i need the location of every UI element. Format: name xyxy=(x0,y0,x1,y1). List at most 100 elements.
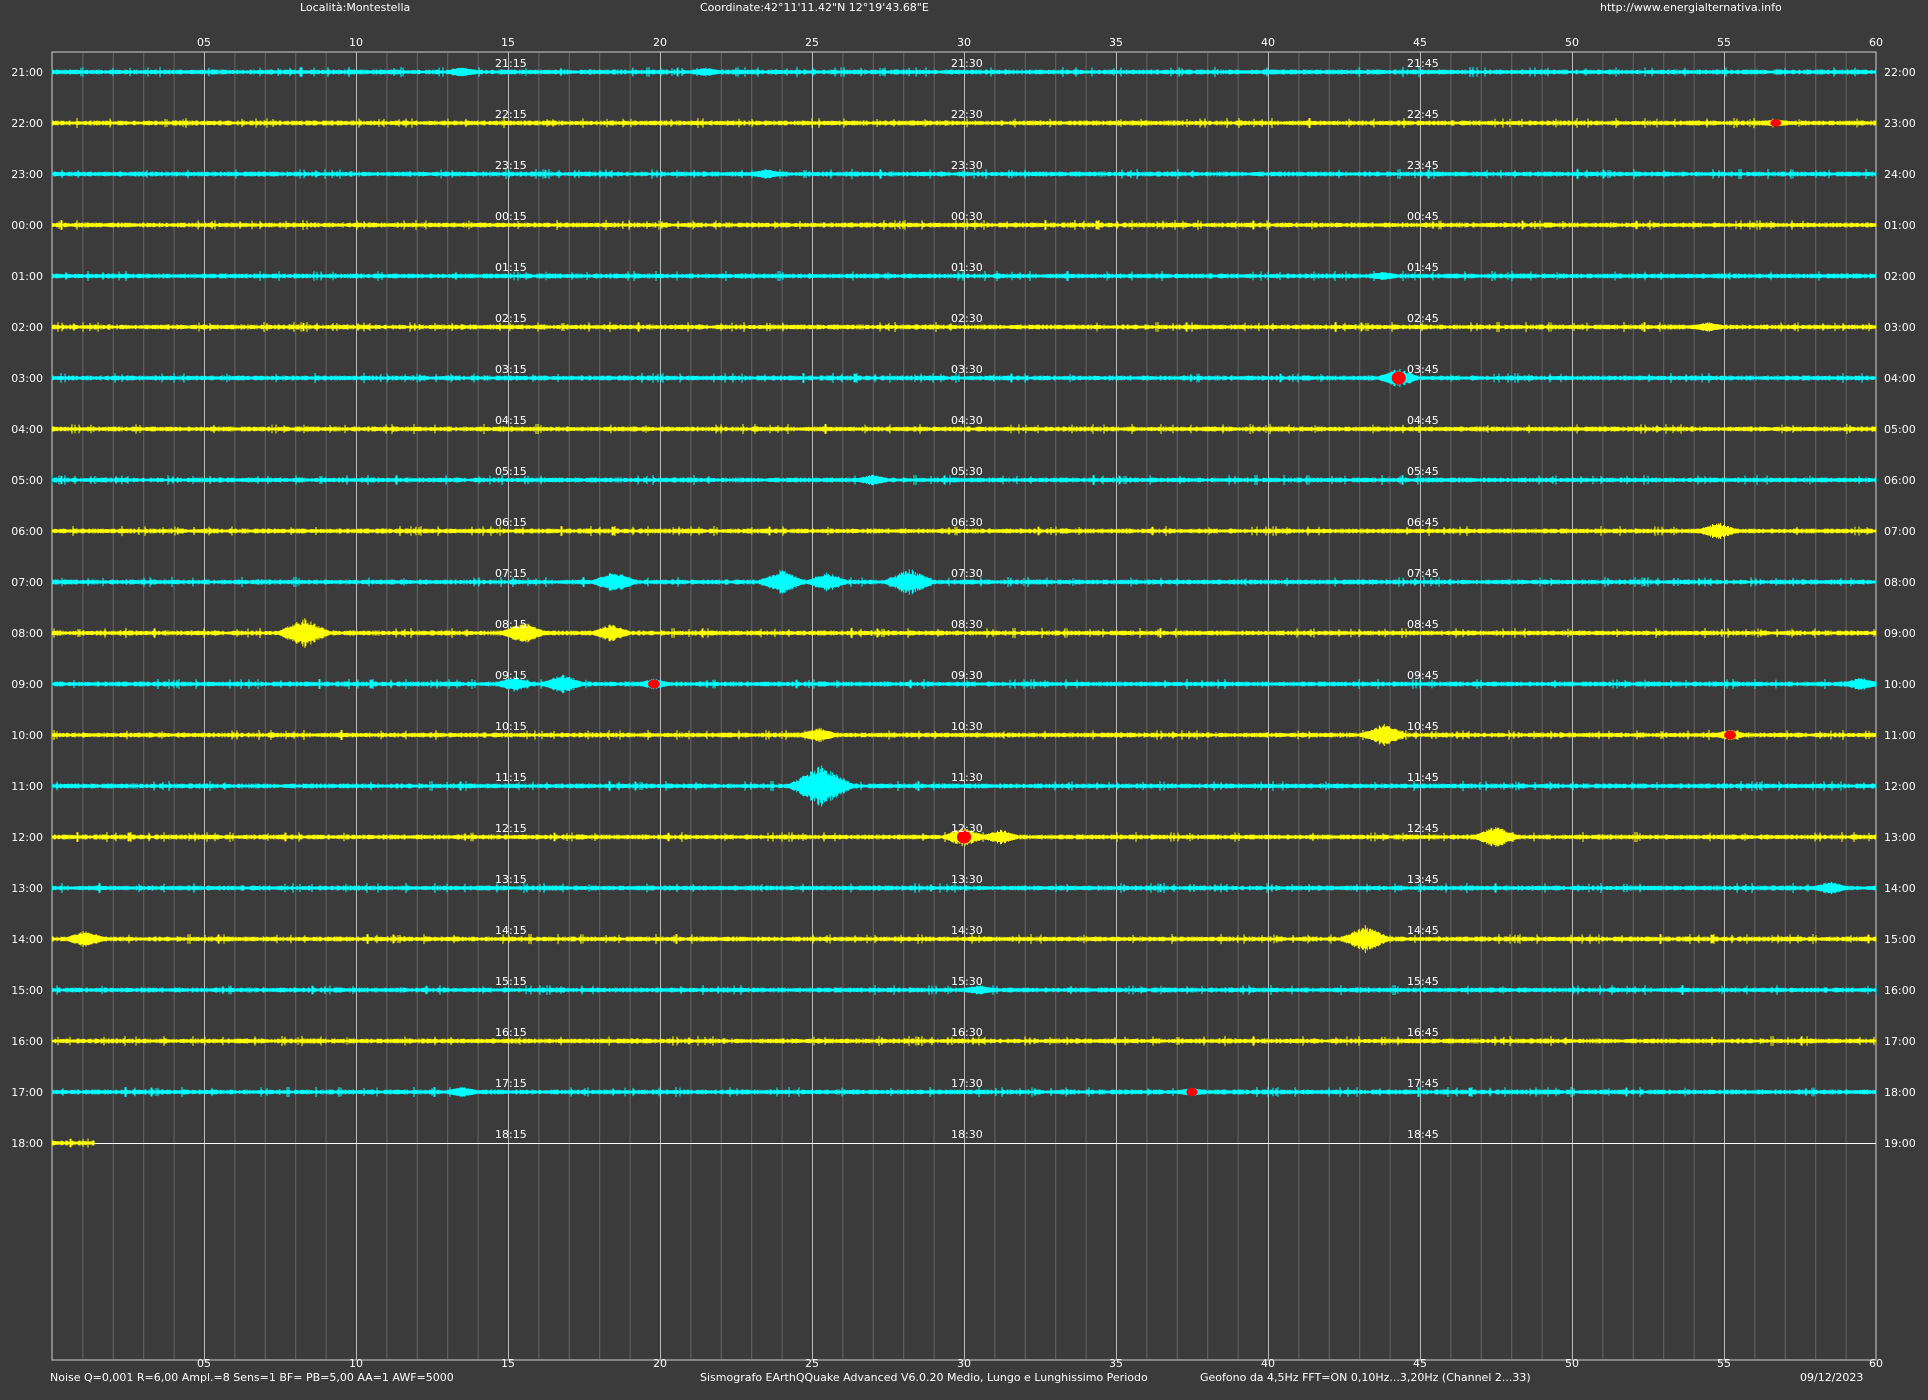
row-end-time-label: 24:00 xyxy=(1884,168,1916,181)
row-end-time-label: 10:00 xyxy=(1884,678,1916,691)
half-hour-label: 14:30 xyxy=(951,924,983,937)
half-hour-label: 09:30 xyxy=(951,669,983,682)
three-quarter-hour-label: 02:45 xyxy=(1407,312,1439,325)
three-quarter-hour-label: 04:45 xyxy=(1407,414,1439,427)
three-quarter-hour-label: 03:45 xyxy=(1407,363,1439,376)
half-hour-label: 16:30 xyxy=(951,1026,983,1039)
half-hour-label: 07:30 xyxy=(951,567,983,580)
row-start-time-label: 11:00 xyxy=(11,780,43,793)
coordinates-label: Coordinate:42°11'11.42"N 12°19'43.68"E xyxy=(700,1,929,14)
three-quarter-hour-label: 23:45 xyxy=(1407,159,1439,172)
half-hour-label: 12:30 xyxy=(951,822,983,835)
x-tick-label-top: 60 xyxy=(1869,36,1883,49)
event-marker xyxy=(1724,730,1736,740)
row-start-time-label: 18:00 xyxy=(11,1137,43,1150)
row-end-time-label: 03:00 xyxy=(1884,321,1916,334)
quarter-hour-label: 05:15 xyxy=(495,465,527,478)
grid xyxy=(51,51,1877,1361)
quarter-hour-label: 10:15 xyxy=(495,720,527,733)
row-start-time-label: 09:00 xyxy=(11,678,43,691)
location-label: Località:Montestella xyxy=(300,1,410,14)
half-hour-label: 08:30 xyxy=(951,618,983,631)
x-tick-label-top: 25 xyxy=(805,36,819,49)
quarter-hour-label: 17:15 xyxy=(495,1077,527,1090)
date-label: 09/12/2023 xyxy=(1800,1371,1863,1384)
event-marker xyxy=(1391,371,1406,385)
row-end-time-label: 16:00 xyxy=(1884,984,1916,997)
x-tick-label-bottom: 25 xyxy=(805,1357,819,1370)
x-tick-label-bottom: 10 xyxy=(349,1357,363,1370)
three-quarter-hour-label: 13:45 xyxy=(1407,873,1439,886)
quarter-hour-label: 14:15 xyxy=(495,924,527,937)
three-quarter-hour-label: 09:45 xyxy=(1407,669,1439,682)
three-quarter-hour-label: 08:45 xyxy=(1407,618,1439,631)
event-marker xyxy=(648,679,660,689)
x-tick-label-top: 40 xyxy=(1261,36,1275,49)
half-hour-label: 06:30 xyxy=(951,516,983,529)
half-hour-label: 10:30 xyxy=(951,720,983,733)
three-quarter-hour-label: 22:45 xyxy=(1407,108,1439,121)
row-start-time-label: 15:00 xyxy=(11,984,43,997)
three-quarter-hour-label: 11:45 xyxy=(1407,771,1439,784)
quarter-hour-label: 15:15 xyxy=(495,975,527,988)
quarter-hour-label: 07:15 xyxy=(495,567,527,580)
row-start-time-label: 10:00 xyxy=(11,729,43,742)
three-quarter-hour-label: 15:45 xyxy=(1407,975,1439,988)
half-hour-label: 15:30 xyxy=(951,975,983,988)
three-quarter-hour-label: 14:45 xyxy=(1407,924,1439,937)
row-end-time-label: 07:00 xyxy=(1884,525,1916,538)
quarter-hour-label: 18:15 xyxy=(495,1128,527,1141)
row-start-time-label: 22:00 xyxy=(11,117,43,130)
half-hour-label: 21:30 xyxy=(951,57,983,70)
row-end-time-label: 14:00 xyxy=(1884,882,1916,895)
x-tick-label-top: 35 xyxy=(1109,36,1123,49)
three-quarter-hour-label: 01:45 xyxy=(1407,261,1439,274)
three-quarter-hour-label: 10:45 xyxy=(1407,720,1439,733)
row-end-time-label: 01:00 xyxy=(1884,219,1916,232)
quarter-hour-label: 16:15 xyxy=(495,1026,527,1039)
quarter-hour-label: 03:15 xyxy=(495,363,527,376)
x-tick-label-bottom: 45 xyxy=(1413,1357,1427,1370)
x-tick-label-bottom: 20 xyxy=(653,1357,667,1370)
half-hour-label: 05:30 xyxy=(951,465,983,478)
row-end-time-label: 18:00 xyxy=(1884,1086,1916,1099)
three-quarter-hour-label: 18:45 xyxy=(1407,1128,1439,1141)
row-start-time-label: 21:00 xyxy=(11,66,43,79)
quarter-hour-label: 23:15 xyxy=(495,159,527,172)
half-hour-label: 02:30 xyxy=(951,312,983,325)
x-tick-label-bottom: 40 xyxy=(1261,1357,1275,1370)
quarter-hour-label: 02:15 xyxy=(495,312,527,325)
row-start-time-label: 00:00 xyxy=(11,219,43,232)
row-end-time-label: 11:00 xyxy=(1884,729,1916,742)
sensor-label: Geofono da 4,5Hz FFT=ON 0,10Hz...3,20Hz … xyxy=(1200,1371,1531,1384)
row-start-time-label: 23:00 xyxy=(11,168,43,181)
quarter-hour-label: 12:15 xyxy=(495,822,527,835)
x-tick-label-bottom: 60 xyxy=(1869,1357,1883,1370)
three-quarter-hour-label: 16:45 xyxy=(1407,1026,1439,1039)
half-hour-label: 04:30 xyxy=(951,414,983,427)
row-start-time-label: 14:00 xyxy=(11,933,43,946)
seismograph-chart: 05 05 10 10 15 15 20 20 25 25 30 30 35 35 40 40 45 45 50 50… xyxy=(0,0,1928,1400)
row-start-time-label: 16:00 xyxy=(11,1035,43,1048)
row-end-time-label: 06:00 xyxy=(1884,474,1916,487)
row-end-time-label: 22:00 xyxy=(1884,66,1916,79)
row-end-time-label: 19:00 xyxy=(1884,1137,1916,1150)
x-tick-label-bottom: 50 xyxy=(1565,1357,1579,1370)
quarter-hour-label: 21:15 xyxy=(495,57,527,70)
three-quarter-hour-label: 17:45 xyxy=(1407,1077,1439,1090)
row-start-time-label: 04:00 xyxy=(11,423,43,436)
event-marker xyxy=(1186,1088,1198,1096)
quarter-hour-label: 13:15 xyxy=(495,873,527,886)
software-label: Sismografo EArthQQuake Advanced V6.0.20 … xyxy=(700,1371,1148,1384)
row-end-time-label: 02:00 xyxy=(1884,270,1916,283)
half-hour-label: 18:30 xyxy=(951,1128,983,1141)
quarter-hour-label: 06:15 xyxy=(495,516,527,529)
half-hour-label: 23:30 xyxy=(951,159,983,172)
x-tick-label-bottom: 35 xyxy=(1109,1357,1123,1370)
row-start-time-label: 17:00 xyxy=(11,1086,43,1099)
half-hour-label: 00:30 xyxy=(951,210,983,223)
quarter-hour-label: 22:15 xyxy=(495,108,527,121)
x-tick-label-top: 30 xyxy=(957,36,971,49)
half-hour-label: 11:30 xyxy=(951,771,983,784)
three-quarter-hour-label: 12:45 xyxy=(1407,822,1439,835)
